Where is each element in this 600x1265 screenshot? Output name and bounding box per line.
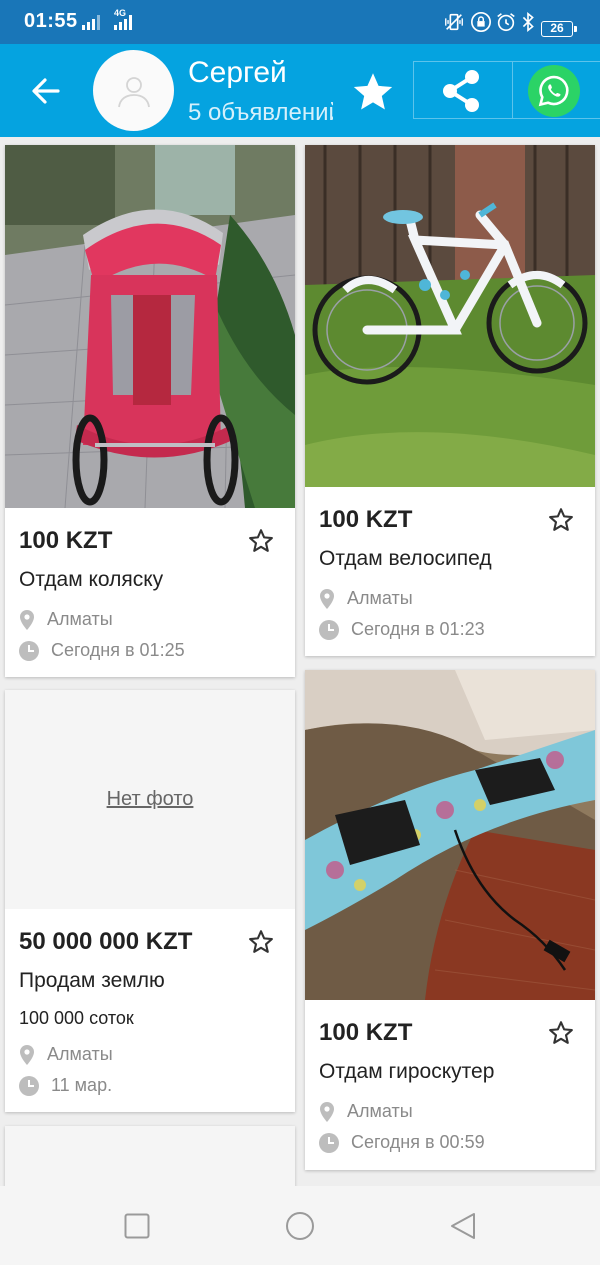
listing-city: Алматы [47,609,113,629]
listing-location: Алматы [19,1044,113,1065]
listing-date: Сегодня в 01:25 [51,640,185,660]
circle-icon[interactable] [285,1211,315,1241]
star-outline-icon[interactable] [247,928,275,956]
system-nav-bar [0,1186,600,1265]
listing-location: Алматы [319,1101,413,1122]
listing-card[interactable]: 100 KZT Отдам коляску Алматы Сегодня в 0… [5,145,295,677]
location-pin-icon [20,1044,34,1065]
signal-icon [82,14,100,30]
pink-stroller-photo [5,145,295,508]
listing-photo[interactable] [305,670,595,1000]
star-outline-icon[interactable] [247,527,275,555]
listing-title: Продам землю [19,969,165,992]
hoverboard-photo [305,670,595,1000]
location-pin-icon [320,588,334,609]
star-outline-icon[interactable] [547,506,575,534]
share-actions [413,61,600,119]
whatsapp-button[interactable] [528,65,580,117]
listing-price: 50 000 000 KZT [19,928,193,955]
bluetooth-icon [522,12,534,32]
status-time: 01:55 [24,10,78,32]
listing-price: 100 KZT [319,506,413,533]
listing-title: Отдам велосипед [319,547,492,570]
listing-date-row: Сегодня в 01:23 [319,619,485,640]
no-photo-label: Нет фото [106,788,194,810]
listing-date: Сегодня в 00:59 [351,1132,485,1152]
signal-icon-secondary [114,14,132,30]
listing-date-row: Сегодня в 01:25 [19,640,185,661]
listing-photo[interactable] [305,145,595,487]
location-pin-icon [320,1101,334,1122]
triangle-back-icon[interactable] [448,1211,478,1241]
listing-price: 100 KZT [319,1019,413,1046]
user-icon [117,76,150,107]
star-filled-icon[interactable] [350,69,396,115]
listing-title: Отдам коляску [19,568,164,591]
listing-city: Алматы [347,1101,413,1121]
clock-icon [19,1075,39,1096]
listing-date-row: Сегодня в 00:59 [319,1132,485,1153]
square-icon[interactable] [122,1211,152,1241]
white-bicycle-photo [305,145,595,487]
seller-ads-count: 5 объявлений [188,99,333,126]
app-bar: Сергей 5 объявлений [0,44,600,137]
listing-title: Отдам гироскутер [319,1060,495,1083]
listing-date-row: 11 мар. [19,1075,112,1096]
listing-date: 11 мар. [51,1075,113,1095]
listing-location: Алматы [319,588,413,609]
listing-price: 100 KZT [19,527,113,554]
avatar[interactable] [93,50,174,131]
listing-city: Алматы [47,1044,113,1064]
clock-icon [19,640,39,661]
listing-date: Сегодня в 01:23 [351,619,485,639]
vibrate-icon [445,13,463,31]
listing-city: Алматы [347,588,413,608]
clock-icon [319,619,339,640]
no-photo-placeholder[interactable]: Нет фото [5,690,295,909]
listing-description: 100 000 соток [19,1008,134,1028]
listing-card[interactable]: 100 KZT Отдам гироскутер Алматы Сегодня … [305,670,595,1170]
listing-card[interactable]: 100 KZT Отдам велосипед Алматы Сегодня в… [305,145,595,656]
arrow-left-icon[interactable] [26,71,66,111]
clock-icon [319,1132,339,1153]
star-outline-icon[interactable] [547,1019,575,1047]
alarm-icon [497,13,515,32]
status-bar: 01:55 4G 26 [0,0,600,44]
battery-icon: 26 [541,21,577,37]
share-icon[interactable] [436,66,486,116]
divider [512,62,513,118]
listing-location: Алматы [19,609,113,630]
lock-icon [471,12,491,32]
seller-name: Сергей [188,56,287,89]
listing-card[interactable]: Нет фото 50 000 000 KZT Продам землю 100… [5,690,295,1112]
location-pin-icon [20,609,34,630]
listing-photo[interactable] [5,145,295,508]
whatsapp-icon [538,75,569,107]
